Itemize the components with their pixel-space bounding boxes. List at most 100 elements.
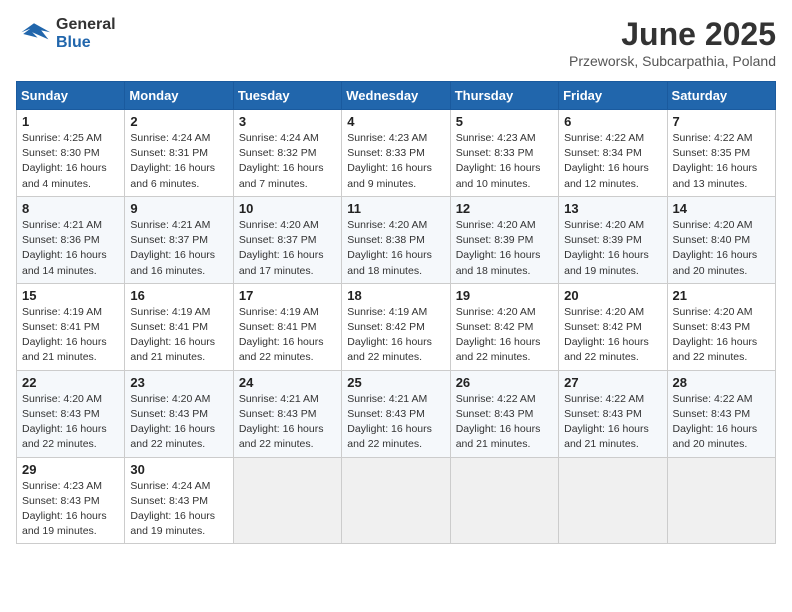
day-cell: 22 Sunrise: 4:20 AM Sunset: 8:43 PM Dayl…	[17, 370, 125, 457]
day-number: 29	[22, 462, 119, 477]
day-number: 27	[564, 375, 661, 390]
logo: General Blue	[16, 16, 116, 52]
day-cell: 1 Sunrise: 4:25 AM Sunset: 8:30 PM Dayli…	[17, 110, 125, 197]
day-info: Sunrise: 4:20 AM Sunset: 8:42 PM Dayligh…	[456, 305, 553, 366]
day-number: 5	[456, 114, 553, 129]
day-info: Sunrise: 4:24 AM Sunset: 8:43 PM Dayligh…	[130, 479, 227, 540]
day-cell: 21 Sunrise: 4:20 AM Sunset: 8:43 PM Dayl…	[667, 283, 775, 370]
day-number: 28	[673, 375, 770, 390]
day-number: 26	[456, 375, 553, 390]
day-cell: 11 Sunrise: 4:20 AM Sunset: 8:38 PM Dayl…	[342, 196, 450, 283]
col-wednesday: Wednesday	[342, 82, 450, 110]
day-cell: 6 Sunrise: 4:22 AM Sunset: 8:34 PM Dayli…	[559, 110, 667, 197]
day-cell: 12 Sunrise: 4:20 AM Sunset: 8:39 PM Dayl…	[450, 196, 558, 283]
day-info: Sunrise: 4:21 AM Sunset: 8:43 PM Dayligh…	[347, 392, 444, 453]
day-info: Sunrise: 4:20 AM Sunset: 8:37 PM Dayligh…	[239, 218, 336, 279]
calendar-week-row: 15 Sunrise: 4:19 AM Sunset: 8:41 PM Dayl…	[17, 283, 776, 370]
day-number: 21	[673, 288, 770, 303]
day-info: Sunrise: 4:22 AM Sunset: 8:43 PM Dayligh…	[673, 392, 770, 453]
empty-cell	[342, 457, 450, 544]
day-number: 20	[564, 288, 661, 303]
title-area: June 2025 Przeworsk, Subcarpathia, Polan…	[569, 16, 776, 69]
day-cell: 30 Sunrise: 4:24 AM Sunset: 8:43 PM Dayl…	[125, 457, 233, 544]
day-number: 12	[456, 201, 553, 216]
day-number: 6	[564, 114, 661, 129]
day-info: Sunrise: 4:20 AM Sunset: 8:42 PM Dayligh…	[564, 305, 661, 366]
day-cell: 25 Sunrise: 4:21 AM Sunset: 8:43 PM Dayl…	[342, 370, 450, 457]
day-cell: 3 Sunrise: 4:24 AM Sunset: 8:32 PM Dayli…	[233, 110, 341, 197]
month-title: June 2025	[569, 16, 776, 53]
calendar-week-row: 8 Sunrise: 4:21 AM Sunset: 8:36 PM Dayli…	[17, 196, 776, 283]
day-cell: 17 Sunrise: 4:19 AM Sunset: 8:41 PM Dayl…	[233, 283, 341, 370]
header: General Blue June 2025 Przeworsk, Subcar…	[16, 16, 776, 69]
day-number: 2	[130, 114, 227, 129]
day-cell: 26 Sunrise: 4:22 AM Sunset: 8:43 PM Dayl…	[450, 370, 558, 457]
col-sunday: Sunday	[17, 82, 125, 110]
day-number: 8	[22, 201, 119, 216]
calendar-table: Sunday Monday Tuesday Wednesday Thursday…	[16, 81, 776, 544]
day-info: Sunrise: 4:22 AM Sunset: 8:43 PM Dayligh…	[456, 392, 553, 453]
day-info: Sunrise: 4:21 AM Sunset: 8:43 PM Dayligh…	[239, 392, 336, 453]
day-info: Sunrise: 4:23 AM Sunset: 8:33 PM Dayligh…	[456, 131, 553, 192]
day-info: Sunrise: 4:20 AM Sunset: 8:43 PM Dayligh…	[673, 305, 770, 366]
day-cell: 4 Sunrise: 4:23 AM Sunset: 8:33 PM Dayli…	[342, 110, 450, 197]
day-number: 30	[130, 462, 227, 477]
logo-icon	[16, 19, 52, 49]
day-cell: 28 Sunrise: 4:22 AM Sunset: 8:43 PM Dayl…	[667, 370, 775, 457]
day-number: 11	[347, 201, 444, 216]
col-monday: Monday	[125, 82, 233, 110]
col-friday: Friday	[559, 82, 667, 110]
logo-text: General Blue	[56, 16, 116, 52]
day-info: Sunrise: 4:21 AM Sunset: 8:36 PM Dayligh…	[22, 218, 119, 279]
calendar-week-row: 29 Sunrise: 4:23 AM Sunset: 8:43 PM Dayl…	[17, 457, 776, 544]
day-number: 1	[22, 114, 119, 129]
calendar-week-row: 1 Sunrise: 4:25 AM Sunset: 8:30 PM Dayli…	[17, 110, 776, 197]
day-cell: 20 Sunrise: 4:20 AM Sunset: 8:42 PM Dayl…	[559, 283, 667, 370]
day-cell: 14 Sunrise: 4:20 AM Sunset: 8:40 PM Dayl…	[667, 196, 775, 283]
empty-cell	[450, 457, 558, 544]
day-cell: 15 Sunrise: 4:19 AM Sunset: 8:41 PM Dayl…	[17, 283, 125, 370]
day-info: Sunrise: 4:20 AM Sunset: 8:43 PM Dayligh…	[22, 392, 119, 453]
day-info: Sunrise: 4:19 AM Sunset: 8:41 PM Dayligh…	[22, 305, 119, 366]
day-cell: 2 Sunrise: 4:24 AM Sunset: 8:31 PM Dayli…	[125, 110, 233, 197]
day-number: 18	[347, 288, 444, 303]
day-cell: 23 Sunrise: 4:20 AM Sunset: 8:43 PM Dayl…	[125, 370, 233, 457]
day-cell: 10 Sunrise: 4:20 AM Sunset: 8:37 PM Dayl…	[233, 196, 341, 283]
day-info: Sunrise: 4:19 AM Sunset: 8:41 PM Dayligh…	[239, 305, 336, 366]
day-number: 23	[130, 375, 227, 390]
day-number: 16	[130, 288, 227, 303]
calendar-header-row: Sunday Monday Tuesday Wednesday Thursday…	[17, 82, 776, 110]
day-cell: 5 Sunrise: 4:23 AM Sunset: 8:33 PM Dayli…	[450, 110, 558, 197]
day-number: 7	[673, 114, 770, 129]
day-cell: 8 Sunrise: 4:21 AM Sunset: 8:36 PM Dayli…	[17, 196, 125, 283]
day-info: Sunrise: 4:22 AM Sunset: 8:35 PM Dayligh…	[673, 131, 770, 192]
calendar-week-row: 22 Sunrise: 4:20 AM Sunset: 8:43 PM Dayl…	[17, 370, 776, 457]
day-info: Sunrise: 4:22 AM Sunset: 8:34 PM Dayligh…	[564, 131, 661, 192]
day-cell: 13 Sunrise: 4:20 AM Sunset: 8:39 PM Dayl…	[559, 196, 667, 283]
empty-cell	[233, 457, 341, 544]
col-thursday: Thursday	[450, 82, 558, 110]
day-number: 25	[347, 375, 444, 390]
empty-cell	[559, 457, 667, 544]
day-number: 19	[456, 288, 553, 303]
day-number: 4	[347, 114, 444, 129]
day-info: Sunrise: 4:24 AM Sunset: 8:31 PM Dayligh…	[130, 131, 227, 192]
day-cell: 9 Sunrise: 4:21 AM Sunset: 8:37 PM Dayli…	[125, 196, 233, 283]
day-number: 3	[239, 114, 336, 129]
day-number: 9	[130, 201, 227, 216]
col-saturday: Saturday	[667, 82, 775, 110]
day-cell: 7 Sunrise: 4:22 AM Sunset: 8:35 PM Dayli…	[667, 110, 775, 197]
day-info: Sunrise: 4:22 AM Sunset: 8:43 PM Dayligh…	[564, 392, 661, 453]
day-info: Sunrise: 4:20 AM Sunset: 8:43 PM Dayligh…	[130, 392, 227, 453]
day-number: 22	[22, 375, 119, 390]
day-number: 13	[564, 201, 661, 216]
day-cell: 27 Sunrise: 4:22 AM Sunset: 8:43 PM Dayl…	[559, 370, 667, 457]
day-number: 17	[239, 288, 336, 303]
day-cell: 29 Sunrise: 4:23 AM Sunset: 8:43 PM Dayl…	[17, 457, 125, 544]
day-cell: 16 Sunrise: 4:19 AM Sunset: 8:41 PM Dayl…	[125, 283, 233, 370]
day-cell: 19 Sunrise: 4:20 AM Sunset: 8:42 PM Dayl…	[450, 283, 558, 370]
col-tuesday: Tuesday	[233, 82, 341, 110]
day-cell: 24 Sunrise: 4:21 AM Sunset: 8:43 PM Dayl…	[233, 370, 341, 457]
day-info: Sunrise: 4:25 AM Sunset: 8:30 PM Dayligh…	[22, 131, 119, 192]
day-info: Sunrise: 4:21 AM Sunset: 8:37 PM Dayligh…	[130, 218, 227, 279]
